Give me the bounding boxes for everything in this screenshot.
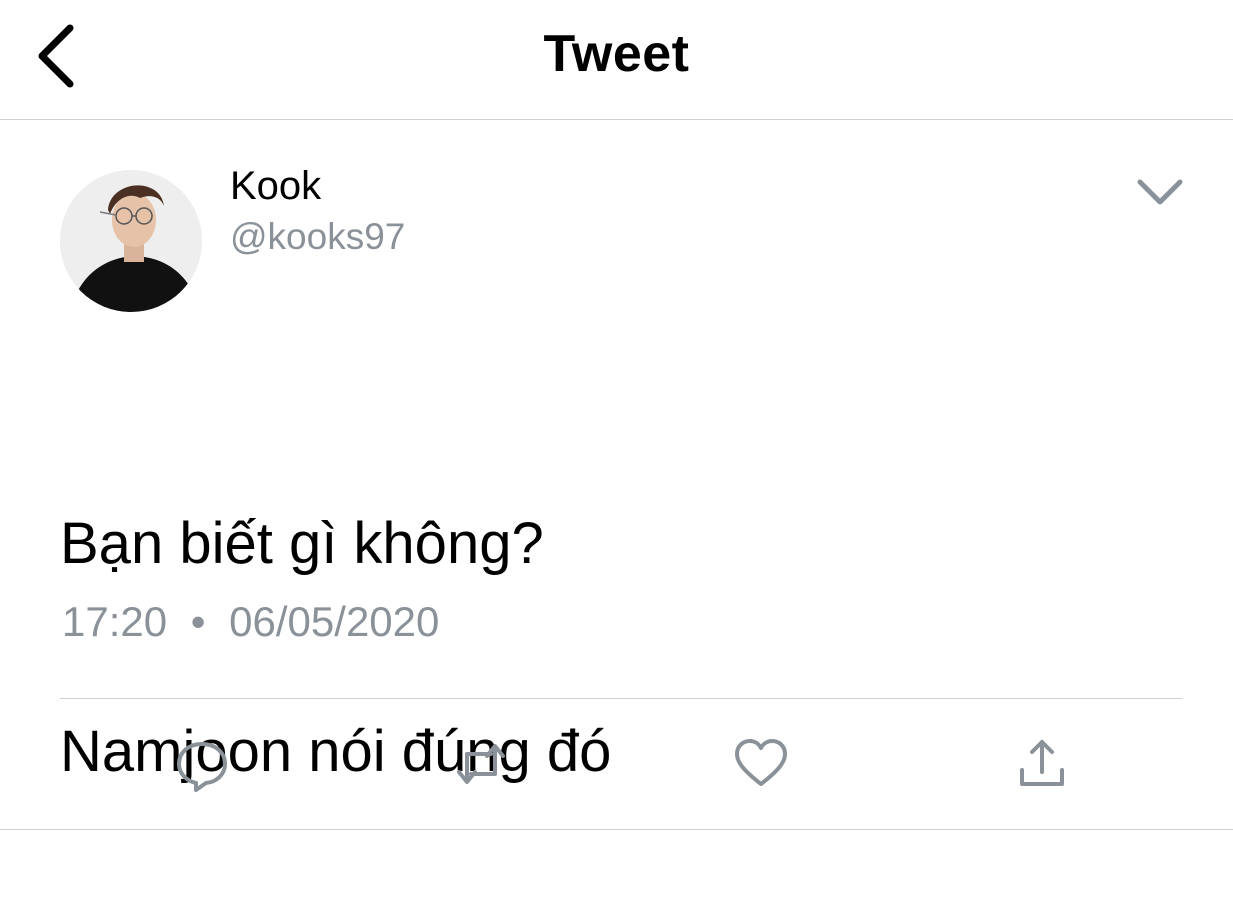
author-name[interactable]: Kook (230, 164, 321, 209)
retweet-button[interactable] (453, 736, 509, 792)
share-icon (1020, 740, 1064, 786)
tweet-time: 17:20 (62, 598, 168, 645)
author-handle[interactable]: @kooks97 (230, 216, 405, 258)
chevron-down-icon (1137, 179, 1183, 205)
more-options-button[interactable] (1132, 170, 1188, 214)
tweet-line: Namjoon nói đúng đó (60, 719, 612, 784)
heart-icon (735, 739, 787, 786)
tweet-date: 06/05/2020 (229, 598, 440, 645)
share-button[interactable] (1014, 736, 1070, 792)
retweet-icon (457, 744, 505, 784)
page-title: Tweet (543, 25, 690, 83)
like-button[interactable] (733, 736, 789, 792)
divider (60, 698, 1182, 699)
top-bar: Tweet (0, 0, 1233, 120)
profile-photo (60, 170, 202, 312)
tweet-text: Bạn biết gì không? Namjoon nói đúng đó (60, 388, 611, 908)
avatar[interactable] (60, 170, 202, 312)
separator-dot: • (190, 598, 206, 645)
divider (0, 829, 1233, 830)
reply-icon (177, 742, 227, 792)
tweet-line: Bạn biết gì không? (60, 511, 544, 576)
tweet-timestamp[interactable]: 17:20 • 06/05/2020 (62, 598, 439, 646)
reply-button[interactable] (174, 736, 230, 792)
